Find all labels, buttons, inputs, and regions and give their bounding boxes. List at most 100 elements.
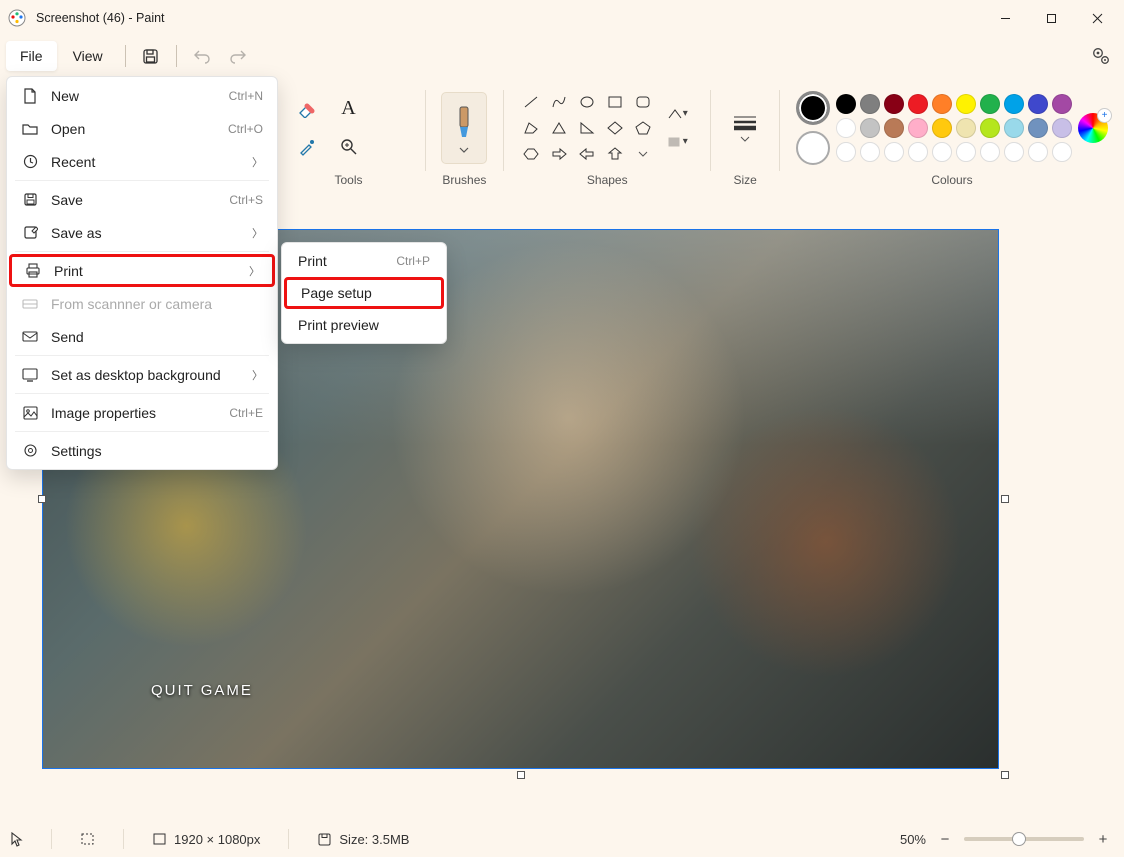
shape-arrowr[interactable] [548,144,570,164]
shape-arrowu[interactable] [604,144,626,164]
menu-item-send[interactable]: Send [9,320,275,353]
colour-2[interactable] [796,131,830,165]
shape-rect[interactable] [604,92,626,112]
shape-outline-dropdown[interactable]: ▾ [660,103,694,125]
colour-swatch[interactable] [836,118,856,138]
colour-swatch-empty[interactable] [980,142,1000,162]
redo-button[interactable] [221,41,255,71]
shape-curve[interactable] [548,92,570,112]
colour-swatch-empty[interactable] [1028,142,1048,162]
text-tool[interactable]: A [331,93,367,125]
shape-rrect[interactable] [632,92,654,112]
colour-picker-tool[interactable] [289,131,325,163]
edit-colours-button[interactable] [1078,113,1108,143]
colour-swatch-empty[interactable] [908,142,928,162]
colour-swatch[interactable] [860,94,880,114]
shape-poly[interactable] [520,118,542,138]
colour-swatch[interactable] [884,118,904,138]
eraser-tool[interactable] [289,93,325,125]
submenu-print-preview[interactable]: Print preview [284,309,444,341]
colour-swatch-empty[interactable] [932,142,952,162]
menu-view[interactable]: View [59,41,117,71]
zoom-slider[interactable] [964,837,1084,841]
ribbon-shapes-group: ▾ ▾ Shapes [512,80,702,195]
menu-item-save-as[interactable]: Save as〉 [9,216,275,249]
colour-swatch-empty[interactable] [860,142,880,162]
colour-swatch[interactable] [1004,118,1024,138]
resize-handle-s[interactable] [517,771,525,779]
menu-item-scanner: From scannner or camera [9,287,275,320]
shape-hex[interactable] [520,144,542,164]
shape-tri[interactable] [548,118,570,138]
save-as-icon [21,225,39,240]
shape-fill-dropdown[interactable]: ▾ [660,131,694,153]
minimize-button[interactable] [982,2,1028,34]
chevron-right-icon: 〉 [249,263,260,279]
colour-swatch-empty[interactable] [884,142,904,162]
document-icon [21,88,39,104]
menu-item-save[interactable]: SaveCtrl+S [9,183,275,216]
menu-file[interactable]: File [6,41,57,71]
maximize-button[interactable] [1028,2,1074,34]
shape-rtri[interactable] [576,118,598,138]
colour-swatch[interactable] [860,118,880,138]
app-settings-button[interactable] [1084,41,1118,71]
shape-diamond[interactable] [604,118,626,138]
window-title: Screenshot (46) - Paint [36,11,982,25]
zoom-thumb[interactable] [1012,832,1026,846]
magnifier-tool[interactable] [331,131,367,163]
colour-swatch[interactable] [1052,118,1072,138]
size-dropdown[interactable] [727,101,763,155]
colour-swatch[interactable] [908,94,928,114]
menu-item-print[interactable]: Print〉 [9,254,275,287]
shape-more[interactable] [632,144,654,164]
colour-swatch[interactable] [932,94,952,114]
menu-item-recent[interactable]: Recent〉 [9,145,275,178]
shape-oval[interactable] [576,92,598,112]
menu-item-settings[interactable]: Settings [9,434,275,467]
resize-handle-w[interactable] [38,495,46,503]
resize-handle-e[interactable] [1001,495,1009,503]
zoom-out-button[interactable]: − [934,828,956,850]
shape-arrowl[interactable] [576,144,598,164]
colour-palette [836,94,1072,162]
menu-item-open[interactable]: OpenCtrl+O [9,112,275,145]
submenu-page-setup[interactable]: Page setup [284,277,444,309]
colour-swatch[interactable] [980,118,1000,138]
colour-swatch[interactable] [884,94,904,114]
colour-swatch-empty[interactable] [836,142,856,162]
chevron-right-icon: 〉 [252,367,263,383]
colour-swatch[interactable] [980,94,1000,114]
menu-item-image-props[interactable]: Image propertiesCtrl+E [9,396,275,429]
menu-item-desktop-bg[interactable]: Set as desktop background〉 [9,358,275,391]
resize-handle-se[interactable] [1001,771,1009,779]
colour-swatch[interactable] [1028,118,1048,138]
shapes-grid[interactable] [520,92,654,164]
colour-swatch[interactable] [836,94,856,114]
colour-swatch[interactable] [1004,94,1024,114]
menu-item-new[interactable]: NewCtrl+N [9,79,275,112]
zoom-in-button[interactable]: + [1092,828,1114,850]
chevron-right-icon: 〉 [252,154,263,170]
colour-swatch[interactable] [1052,94,1072,114]
brushes-dropdown[interactable] [441,92,487,164]
dimensions-indicator: 1920 × 1080px [152,832,260,847]
colour-swatch[interactable] [932,118,952,138]
colour-swatch-empty[interactable] [956,142,976,162]
paint-app-icon [8,9,26,27]
colour-1[interactable] [796,91,830,125]
menu-divider-2 [176,45,177,67]
colour-swatch-empty[interactable] [1052,142,1072,162]
save-quick-button[interactable] [134,41,168,71]
colour-swatch[interactable] [956,94,976,114]
close-button[interactable] [1074,2,1120,34]
colour-swatch[interactable] [908,118,928,138]
undo-button[interactable] [185,41,219,71]
submenu-print[interactable]: PrintCtrl+P [284,245,444,277]
shape-line[interactable] [520,92,542,112]
colour-swatch[interactable] [956,118,976,138]
colour-swatch[interactable] [1028,94,1048,114]
colour-swatch-empty[interactable] [1004,142,1024,162]
shape-pent[interactable] [632,118,654,138]
save-icon [21,192,39,207]
